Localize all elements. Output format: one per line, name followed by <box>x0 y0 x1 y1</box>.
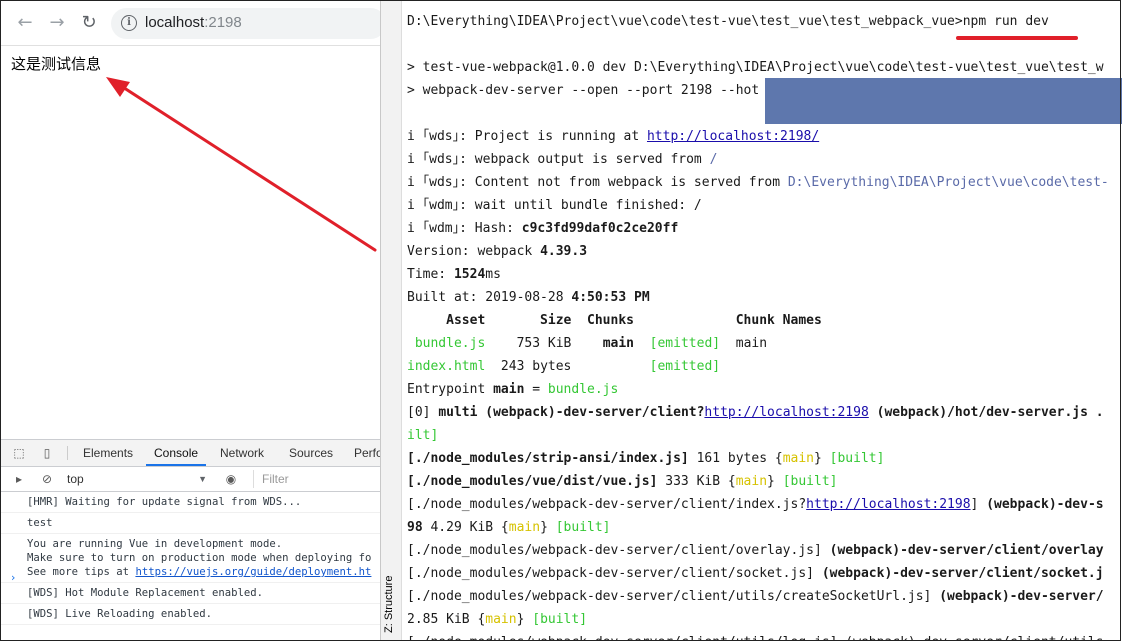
console-message: [WDS] Hot Module Replacement enabled. <box>1 583 380 604</box>
terminal-line: 2.85 KiB {main} [built] <box>407 612 588 627</box>
terminal-line: [./node_modules/webpack-dev-server/clien… <box>407 497 1104 512</box>
tab-elements[interactable]: Elements <box>83 440 133 466</box>
terminal-line: i ｢wds｣: webpack output is served from / <box>407 152 718 167</box>
terminal-line: [./node_modules/webpack-dev-server/clien… <box>407 589 1104 604</box>
device-toolbar-icon[interactable]: ▯ <box>39 445 55 461</box>
sidebar-toggle-icon[interactable]: ▸ <box>11 471 27 487</box>
console-messages: [HMR] Waiting for update signal from WDS… <box>1 492 380 641</box>
devtools-panel: ⬚ ▯ Elements Console Network Sources Per… <box>1 439 380 641</box>
terminal-line: Time: 1524ms <box>407 267 501 282</box>
terminal-line: [./node_modules/webpack-dev-server/clien… <box>407 631 1104 641</box>
localhost-link[interactable]: http://localhost:2198 <box>806 497 970 512</box>
tab-sources[interactable]: Sources <box>289 440 333 466</box>
console-message: [WDS] Live Reloading enabled. <box>1 604 380 625</box>
cmd-text: npm run dev <box>962 14 1049 29</box>
asset-table-header: Asset Size Chunks Chunk Names <box>407 313 822 328</box>
terminal-line: D:\Everything\IDEA\Project\vue\code\test… <box>407 10 1049 33</box>
localhost-link[interactable]: http://localhost:2198/ <box>647 129 819 144</box>
terminal-line: i ｢wds｣: Project is running at http://lo… <box>407 129 820 144</box>
toolbar-divider <box>67 446 68 460</box>
asset-row: bundle.js 753 KiB main [emitted] main <box>407 336 768 351</box>
address-url[interactable]: localhost:2198 <box>145 14 242 31</box>
page-content-text: 这是测试信息 <box>11 55 102 73</box>
context-value: top <box>67 472 84 486</box>
filter-input[interactable]: Filter <box>253 470 380 488</box>
terminal-panel: Z: Structure D:\Everything\IDEA\Project\… <box>380 1 1122 641</box>
back-arrow-icon[interactable]: ← <box>15 13 35 33</box>
console-message: [HMR] Waiting for update signal from WDS… <box>1 492 380 513</box>
url-host: localhost <box>145 14 205 31</box>
terminal-line: ilt] <box>407 428 439 443</box>
site-info-icon[interactable]: i <box>121 15 137 31</box>
terminal-line: i ｢wdm｣: Hash: c9c3fd99daf0c2ce20ff <box>407 221 679 236</box>
tab-performance[interactable]: Perfo <box>354 440 380 466</box>
terminal-line: [./node_modules/vue/dist/vue.js] 333 KiB… <box>407 474 838 489</box>
terminal-line: [0] multi (webpack)-dev-server/client?ht… <box>407 405 1104 420</box>
terminal-line: Version: webpack 4.39.3 <box>407 244 588 259</box>
browser-toolbar: ← → ↻ i localhost:2198 <box>1 1 380 46</box>
terminal-line: [./node_modules/strip-ansi/index.js] 161… <box>407 451 885 466</box>
terminal-line: > webpack-dev-server --open --port 2198 … <box>407 83 760 98</box>
browser-window: ← → ↻ i localhost:2198 这是测试信息 ⬚ ▯ Elemen… <box>1 1 380 641</box>
terminal-line: Entrypoint main = bundle.js <box>407 382 619 397</box>
reload-icon[interactable]: ↻ <box>79 13 99 33</box>
terminal-output[interactable]: D:\Everything\IDEA\Project\vue\code\test… <box>407 1 1122 641</box>
tab-network[interactable]: Network <box>220 440 264 466</box>
eye-icon[interactable]: ◉ <box>223 471 239 487</box>
annotation-underline <box>956 36 1078 40</box>
console-toolbar: ▸ ⊘ top ▼ ◉ Filter <box>1 467 380 492</box>
address-bar[interactable]: i localhost:2198 <box>111 8 380 39</box>
context-select[interactable]: top ▼ <box>67 470 207 488</box>
url-port: :2198 <box>204 14 242 31</box>
vue-deployment-link[interactable]: https://vuejs.org/guide/deployment.ht <box>135 566 371 578</box>
console-message: You are running Vue in development mode.… <box>1 534 380 583</box>
terminal-line: i ｢wds｣: Content not from webpack is ser… <box>407 175 1109 190</box>
terminal-line: [./node_modules/webpack-dev-server/clien… <box>407 566 1104 581</box>
terminal-line: > test-vue-webpack@1.0.0 dev D:\Everythi… <box>407 60 1104 75</box>
structure-tab-label[interactable]: Z: Structure <box>383 576 395 633</box>
console-message: test <box>1 513 380 534</box>
terminal-line: i ｢wdm｣: wait until bundle finished: / <box>407 198 702 213</box>
terminal-line: [./node_modules/webpack-dev-server/clien… <box>407 543 1104 558</box>
terminal-line: 98 4.29 KiB {main} [built] <box>407 520 611 535</box>
cmd-prompt: D:\Everything\IDEA\Project\vue\code\test… <box>407 14 963 29</box>
forward-arrow-icon[interactable]: → <box>47 13 67 33</box>
tab-console[interactable]: Console <box>145 440 207 466</box>
clear-console-icon[interactable]: ⊘ <box>39 471 55 487</box>
dropdown-arrow-icon: ▼ <box>198 474 207 484</box>
inspect-element-icon[interactable]: ⬚ <box>11 445 27 461</box>
devtools-tab-bar: ⬚ ▯ Elements Console Network Sources Per… <box>1 440 380 467</box>
localhost-link[interactable]: http://localhost:2198 <box>704 405 868 420</box>
console-prompt[interactable]: › <box>11 571 15 584</box>
structure-sidebar[interactable]: Z: Structure <box>381 1 402 641</box>
terminal-line: Built at: 2019-08-28 4:50:53 PM <box>407 290 650 305</box>
asset-row: index.html 243 bytes [emitted] <box>407 359 721 374</box>
